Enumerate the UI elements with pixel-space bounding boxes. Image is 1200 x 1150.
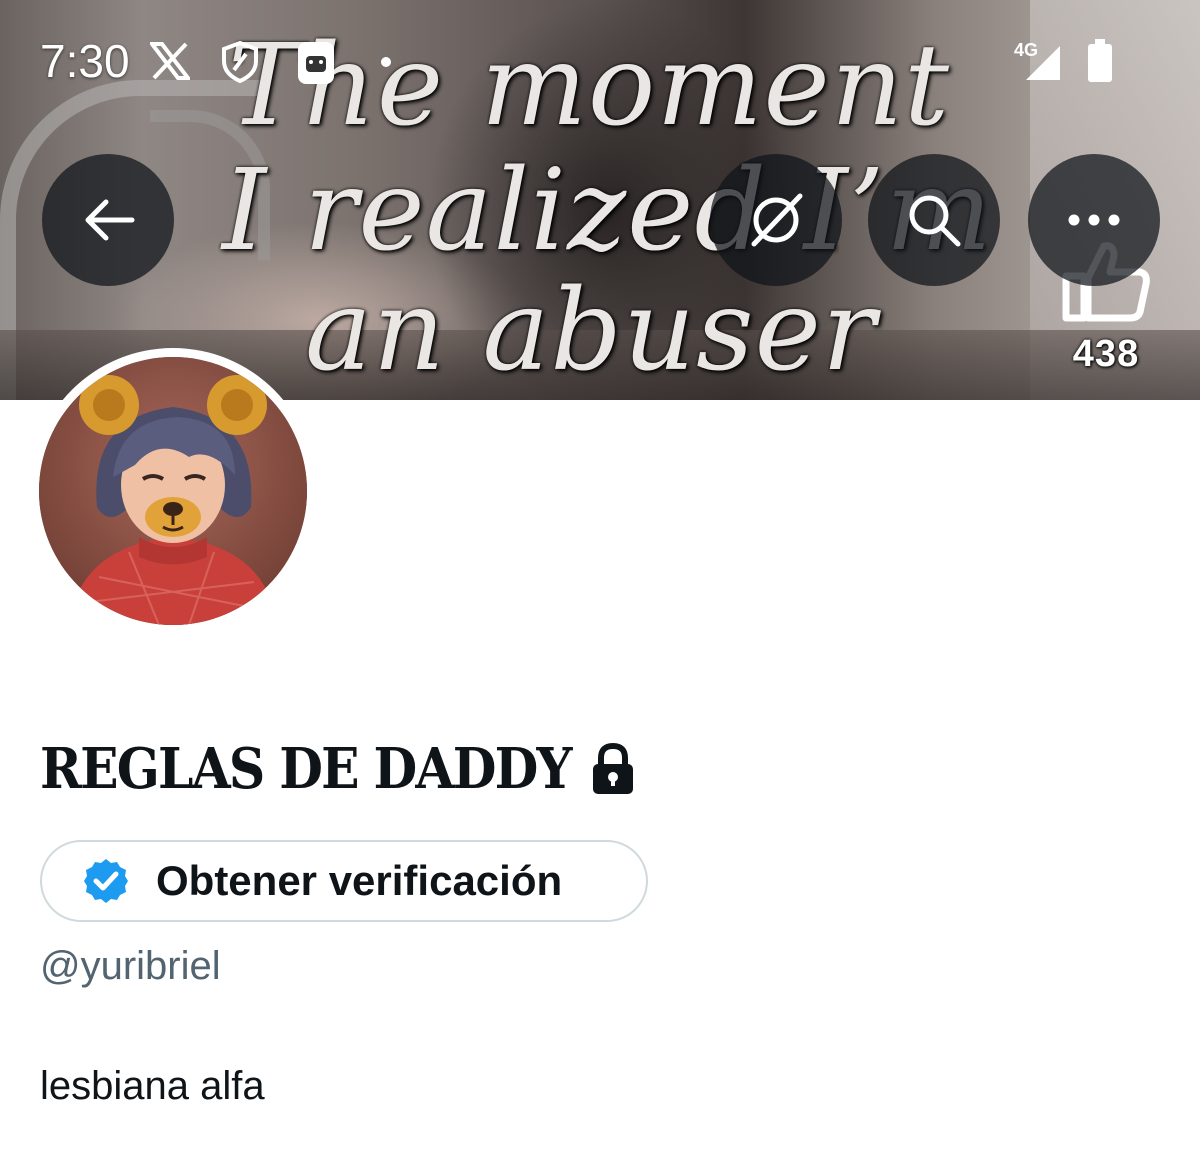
- search-button[interactable]: [868, 154, 1000, 286]
- more-icon: [1068, 214, 1120, 226]
- more-options-button[interactable]: [1028, 154, 1160, 286]
- back-arrow-icon: [85, 199, 135, 241]
- status-time: 7:30: [40, 35, 130, 87]
- x-logo-icon: [150, 42, 190, 80]
- profile-bio: lesbiana alfa: [40, 1064, 265, 1108]
- avatar[interactable]: [39, 357, 307, 625]
- profile-name-row: REGLAS DE DADDY: [40, 736, 636, 802]
- profile-handle: @yuribriel: [40, 944, 221, 988]
- banner-caption-line: an abuser: [305, 266, 877, 396]
- banner-like-count: 438: [1072, 333, 1140, 375]
- battery-icon: [1088, 39, 1112, 82]
- signal-icon: [1026, 46, 1060, 80]
- avatar-illustration: [39, 357, 307, 625]
- shield-icon: [222, 40, 258, 84]
- get-verified-label: Obtener verificación: [156, 857, 563, 904]
- back-button[interactable]: [42, 154, 174, 286]
- status-bar: 7:30 4G: [0, 0, 1200, 120]
- avatar-frame[interactable]: [30, 348, 316, 634]
- grok-button[interactable]: [710, 154, 842, 286]
- grok-icon: [751, 193, 803, 247]
- display-name: REGLAS DE DADDY: [40, 736, 573, 802]
- verified-badge-icon: [84, 859, 128, 903]
- lock-icon: [592, 742, 633, 794]
- get-verified-button[interactable]: Obtener verificación: [40, 840, 648, 922]
- search-icon: [909, 195, 961, 247]
- android-notification-icon: [298, 42, 334, 84]
- dot-icon: [381, 57, 391, 67]
